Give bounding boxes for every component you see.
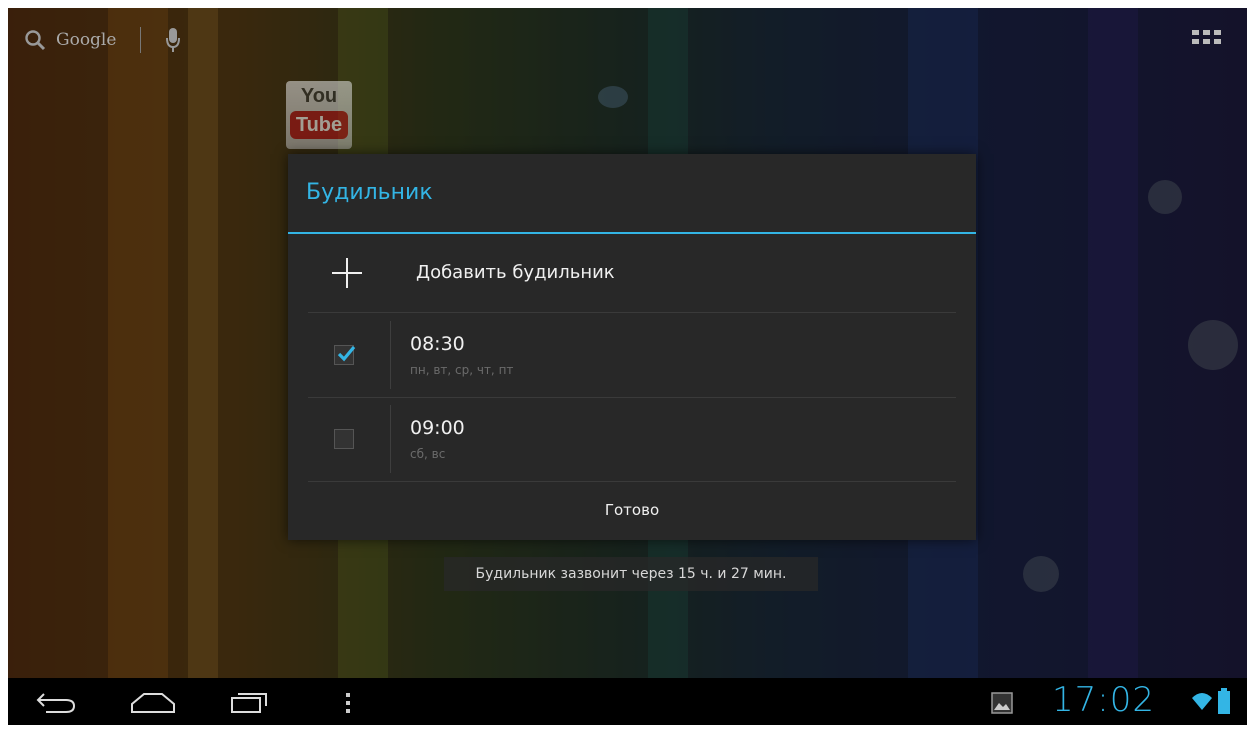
youtube-icon-you: You <box>300 85 338 107</box>
status-clock[interactable]: 17:02 <box>1052 680 1155 720</box>
recents-icon[interactable] <box>230 690 270 714</box>
alarm-row[interactable]: 09:00 сб, вс <box>308 397 956 482</box>
youtube-icon[interactable]: You Tube <box>286 81 352 149</box>
done-button[interactable]: Готово <box>288 482 976 540</box>
wifi-icon <box>1192 693 1212 710</box>
checkbox-checked-icon[interactable] <box>334 345 356 365</box>
alarm-time: 08:30 <box>410 333 465 355</box>
system-navbar: 17:02 <box>8 678 1247 725</box>
search-divider <box>140 27 142 53</box>
alarm-row[interactable]: 08:30 пн, вт, ср, чт, пт <box>308 313 956 398</box>
alarm-dialog: Будильник Добавить будильник 08:30 пн, в… <box>288 154 976 540</box>
alarm-days: пн, вт, ср, чт, пт <box>410 363 514 377</box>
google-search-bar[interactable]: Google <box>24 22 181 58</box>
checkbox-empty-icon[interactable] <box>334 429 354 449</box>
dialog-title: Будильник <box>306 180 433 205</box>
alarm-days: сб, вс <box>410 447 446 461</box>
plus-icon <box>332 258 362 288</box>
alarm-time: 09:00 <box>410 417 465 439</box>
row-divider <box>390 405 391 473</box>
mic-icon[interactable] <box>165 26 181 54</box>
menu-dots-icon[interactable] <box>345 692 351 714</box>
home-icon[interactable] <box>130 690 176 714</box>
search-label: Google <box>56 30 117 50</box>
add-alarm-row[interactable]: Добавить будильник <box>308 234 956 313</box>
gallery-icon[interactable] <box>991 692 1013 714</box>
youtube-icon-tube: Tube <box>289 111 349 139</box>
add-alarm-label: Добавить будильник <box>416 262 615 283</box>
apps-grid-icon[interactable] <box>1191 28 1223 52</box>
search-icon <box>25 30 46 51</box>
back-icon[interactable] <box>36 690 76 714</box>
battery-icon <box>1218 688 1230 714</box>
alarm-toast: Будильник зазвонит через 15 ч. и 27 мин. <box>444 557 818 591</box>
row-divider <box>390 321 391 389</box>
android-screen: Google You Tube Будильник Добавить будил… <box>8 8 1247 725</box>
